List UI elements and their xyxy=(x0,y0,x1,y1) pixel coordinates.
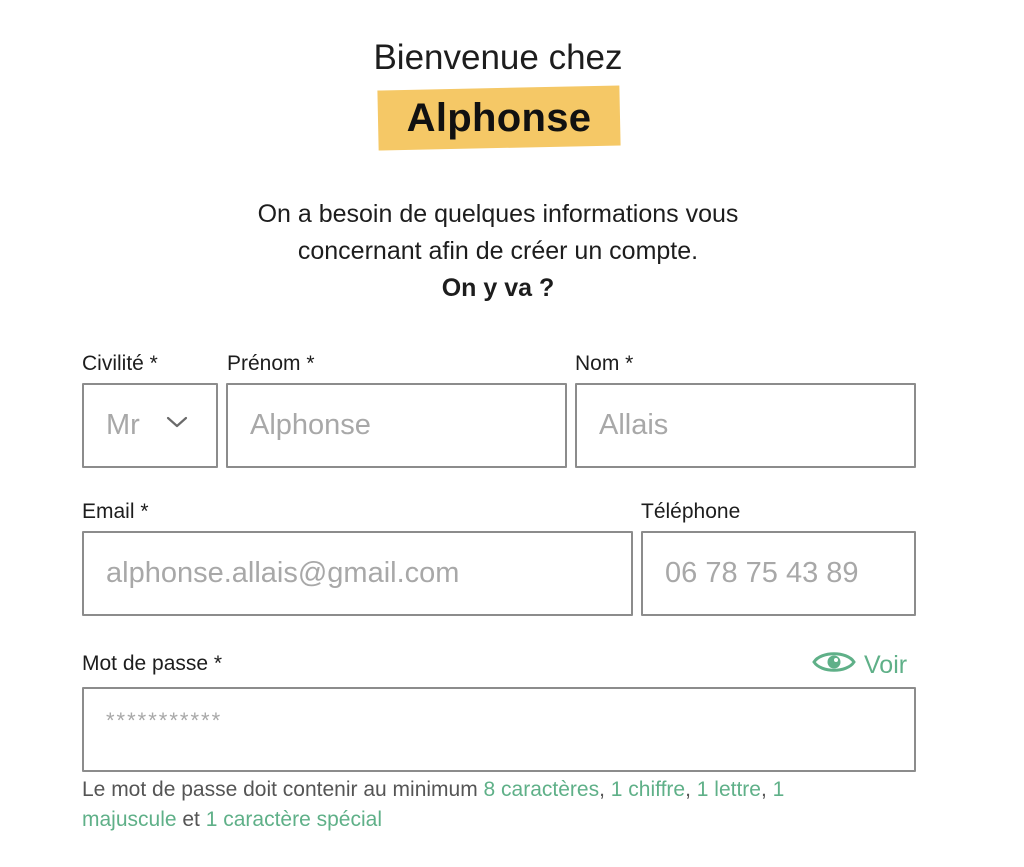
civilite-select[interactable]: Mr xyxy=(82,383,218,468)
intro-line-2: concernant afin de créer un compte. xyxy=(297,237,699,265)
password-label: Mot de passe * xyxy=(82,652,223,675)
nom-label: Nom * xyxy=(575,352,634,375)
welcome-title: Bienvenue chez xyxy=(373,38,623,77)
telephone-field[interactable]: 06 78 75 43 89 xyxy=(641,531,916,616)
eye-icon xyxy=(812,649,856,682)
civilite-value: Mr xyxy=(106,409,140,441)
show-password-toggle[interactable]: Voir xyxy=(812,648,907,682)
rule-letter: 1 lettre xyxy=(696,778,761,801)
telephone-placeholder: 06 78 75 43 89 xyxy=(665,557,859,589)
email-field[interactable]: alphonse.allais@gmail.com xyxy=(82,531,633,616)
rule-digit: 1 chiffre xyxy=(610,778,686,801)
nom-placeholder: Allais xyxy=(599,409,669,441)
rule-special-char: 1 caractère spécial xyxy=(205,808,382,831)
civilite-label: Civilité * xyxy=(82,352,158,375)
intro-cta: On y va ? xyxy=(441,274,555,302)
rule-separator: et xyxy=(176,808,206,831)
brand-name: Alphonse xyxy=(406,96,592,140)
rule-separator: , xyxy=(685,778,697,801)
brand-logo: Alphonse xyxy=(377,85,621,151)
intro-text: On a besoin de quelques informations vou… xyxy=(0,196,996,307)
telephone-label: Téléphone xyxy=(641,500,741,523)
email-label: Email * xyxy=(82,500,149,523)
password-field[interactable]: *********** xyxy=(82,687,916,772)
password-requirements: Le mot de passe doit contenir au minimum… xyxy=(82,775,882,835)
rule-separator: , xyxy=(599,778,611,801)
prenom-field[interactable]: Alphonse xyxy=(226,383,567,468)
prenom-placeholder: Alphonse xyxy=(250,409,371,441)
email-placeholder: alphonse.allais@gmail.com xyxy=(106,557,460,589)
chevron-down-icon xyxy=(166,415,188,434)
rule-separator: , xyxy=(760,778,773,801)
requirements-prefix: Le mot de passe doit contenir au minimum xyxy=(82,778,484,801)
show-password-label: Voir xyxy=(864,650,908,679)
rule-min-length: 8 caractères xyxy=(483,778,600,801)
password-placeholder: *********** xyxy=(106,707,223,733)
intro-line-1: On a besoin de quelques informations vou… xyxy=(257,200,739,228)
prenom-label: Prénom * xyxy=(227,352,315,375)
nom-field[interactable]: Allais xyxy=(575,383,916,468)
